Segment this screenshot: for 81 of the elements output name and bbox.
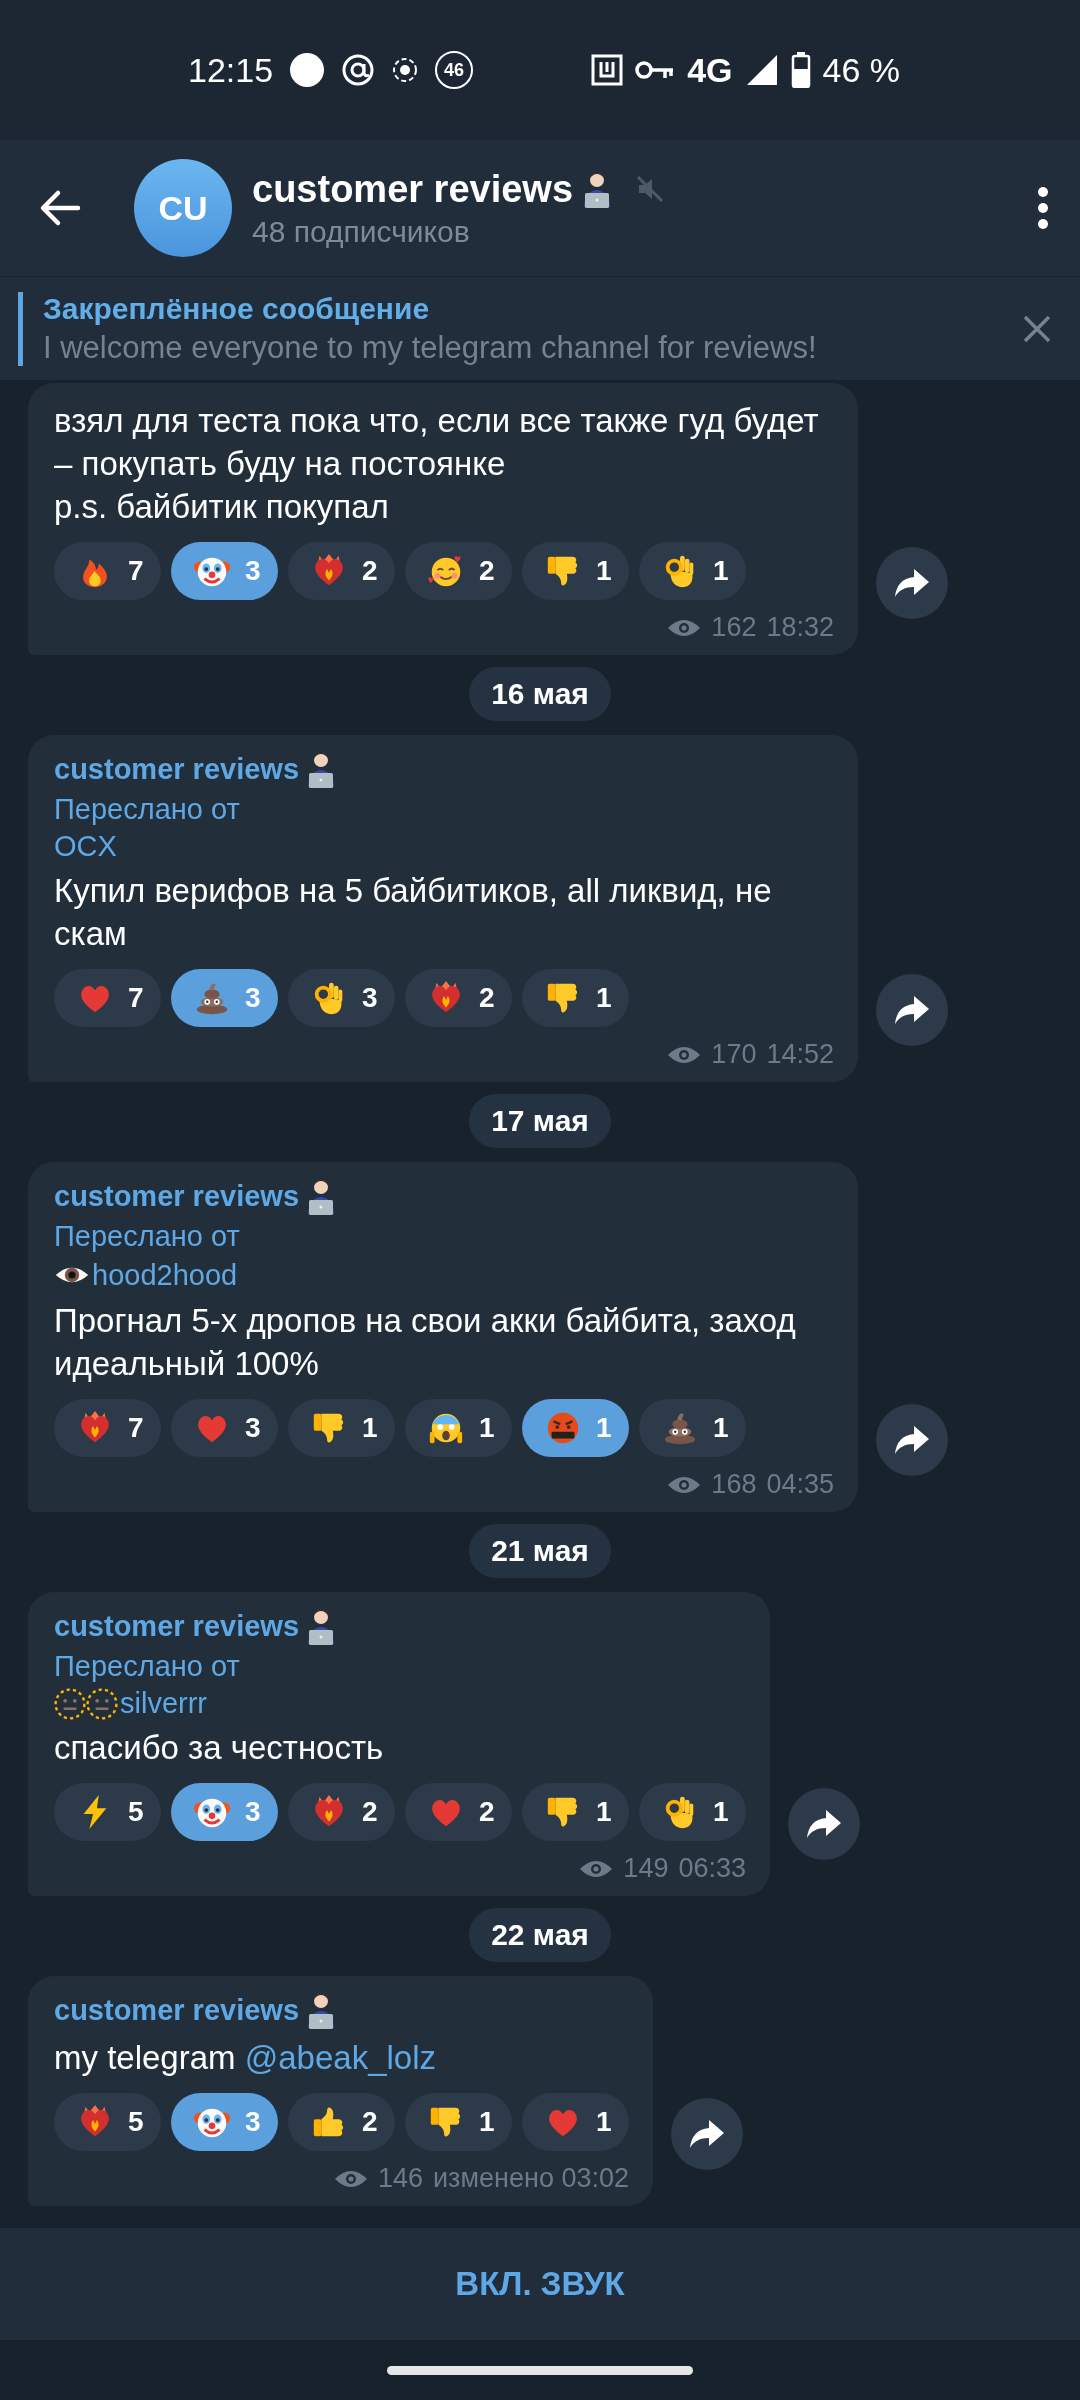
back-arrow-icon — [38, 188, 82, 228]
reaction-button[interactable]: 2 — [405, 542, 512, 600]
reaction-button[interactable]: 1 — [639, 1399, 746, 1457]
reaction-button[interactable]: 1 — [522, 1783, 629, 1841]
author-name[interactable]: customer reviews — [54, 1993, 299, 2027]
reaction-button[interactable]: 5 — [54, 1783, 161, 1841]
network-type: 4G — [687, 50, 733, 90]
date-separator: 22 мая — [469, 1908, 611, 1962]
record-icon — [391, 56, 420, 84]
pinned-title: Закреплённое сообщение — [43, 291, 431, 326]
dotted-faces-icon — [54, 1687, 118, 1720]
share-arrow-icon — [894, 1425, 930, 1455]
channel-title: customer reviews — [252, 167, 574, 211]
reaction-button[interactable]: 2 — [405, 969, 512, 1027]
reaction-button[interactable]: 3 — [171, 1399, 278, 1457]
message-time: 06:33 — [678, 1853, 746, 1884]
share-arrow-icon — [689, 2119, 725, 2149]
share-arrow-icon — [894, 995, 930, 1025]
view-count: 146 — [377, 2163, 424, 2194]
subscriber-count: 48 подписчиков — [252, 214, 471, 249]
home-indicator[interactable] — [387, 2365, 693, 2375]
at-sign-icon — [341, 53, 376, 87]
battery-level: 46 % — [822, 50, 900, 90]
menu-button[interactable] — [1036, 186, 1050, 230]
message-time: 04:35 — [766, 1469, 834, 1500]
reaction-button[interactable]: 7 — [54, 542, 161, 600]
battery-icon — [790, 52, 811, 88]
reaction-button[interactable]: 7 — [54, 1399, 161, 1457]
unmute-button[interactable]: ВКЛ. ЗВУК — [0, 2228, 1080, 2340]
close-button[interactable] — [1022, 313, 1052, 344]
message-text: взял для теста пока что, если все также гуд будет – покупать буду на постоянке p.s. байбитик покупал — [54, 401, 820, 527]
reaction-button[interactable]: 1 — [288, 1399, 395, 1457]
reaction-button[interactable]: 2 — [288, 1783, 395, 1841]
message-text: Прогнал 5-х дропов на свои акки байбита, заход идеальный 100% — [54, 1301, 797, 1384]
date-separator: 16 мая — [469, 667, 611, 721]
reaction-button[interactable]: 2 — [405, 1783, 512, 1841]
reaction-button[interactable]: 1 — [405, 1399, 512, 1457]
view-count: 149 — [623, 1853, 669, 1884]
author-name[interactable]: customer reviews — [54, 752, 299, 786]
view-count: 168 — [711, 1469, 757, 1500]
back-button[interactable] — [38, 188, 82, 228]
view-count: 162 — [711, 612, 757, 643]
reaction-button[interactable]: 1 — [405, 2093, 512, 2151]
message-time: изменено 03:02 — [433, 2163, 629, 2194]
notification-badge: 46 — [435, 51, 474, 89]
reaction-button[interactable]: 2 — [288, 542, 395, 600]
message-time: 18:32 — [766, 612, 834, 643]
clock: 12:15 — [188, 50, 274, 90]
view-count: 170 — [711, 1039, 757, 1070]
forwarded-label: Переслано от — [54, 793, 241, 826]
reaction-button[interactable]: 7 — [54, 969, 161, 1027]
mention-link[interactable]: @abeak_lolz — [244, 2039, 436, 2076]
date-separator: 21 мая — [469, 1524, 611, 1578]
dot-icon — [289, 52, 326, 88]
reaction-button[interactable]: 1 — [639, 1783, 746, 1841]
share-arrow-icon — [806, 1809, 842, 1839]
date-separator: 17 мая — [469, 1094, 611, 1148]
pinned-text: I welcome everyone to my telegram channel for reviews! — [43, 329, 817, 366]
message-time: 14:52 — [766, 1039, 834, 1070]
reaction-button[interactable]: 1 — [522, 2093, 629, 2151]
key-icon — [635, 58, 676, 82]
menu-icon — [1036, 186, 1050, 230]
reaction-button[interactable]: 5 — [54, 2093, 161, 2151]
author-name[interactable]: customer reviews — [54, 1179, 299, 1213]
reaction-button[interactable]: 1 — [639, 542, 746, 600]
close-icon — [1022, 313, 1052, 344]
forward-source[interactable]: silverrr — [120, 1687, 207, 1720]
forward-source[interactable]: OCX — [54, 830, 117, 863]
reaction-button[interactable]: 2 — [288, 2093, 395, 2151]
share-arrow-icon — [894, 568, 930, 598]
message-text: Купил верифов на 5 байбитиков, all ликвид, не скам — [54, 871, 773, 954]
reaction-button[interactable]: 1 — [522, 542, 629, 600]
forward-source[interactable]: hood2hood — [92, 1258, 238, 1292]
forwarded-label: Переслано от — [54, 1650, 241, 1683]
author-name[interactable]: customer reviews — [54, 1609, 299, 1643]
forwarded-label: Переслано от — [54, 1220, 241, 1253]
reaction-button[interactable]: 1 — [522, 969, 629, 1027]
nfc-icon — [591, 54, 624, 86]
reaction-button[interactable]: 3 — [288, 969, 395, 1027]
message-text: my telegram @abeak_lolz — [54, 2038, 437, 2078]
message-text: спасибо за честность — [54, 1728, 385, 1768]
